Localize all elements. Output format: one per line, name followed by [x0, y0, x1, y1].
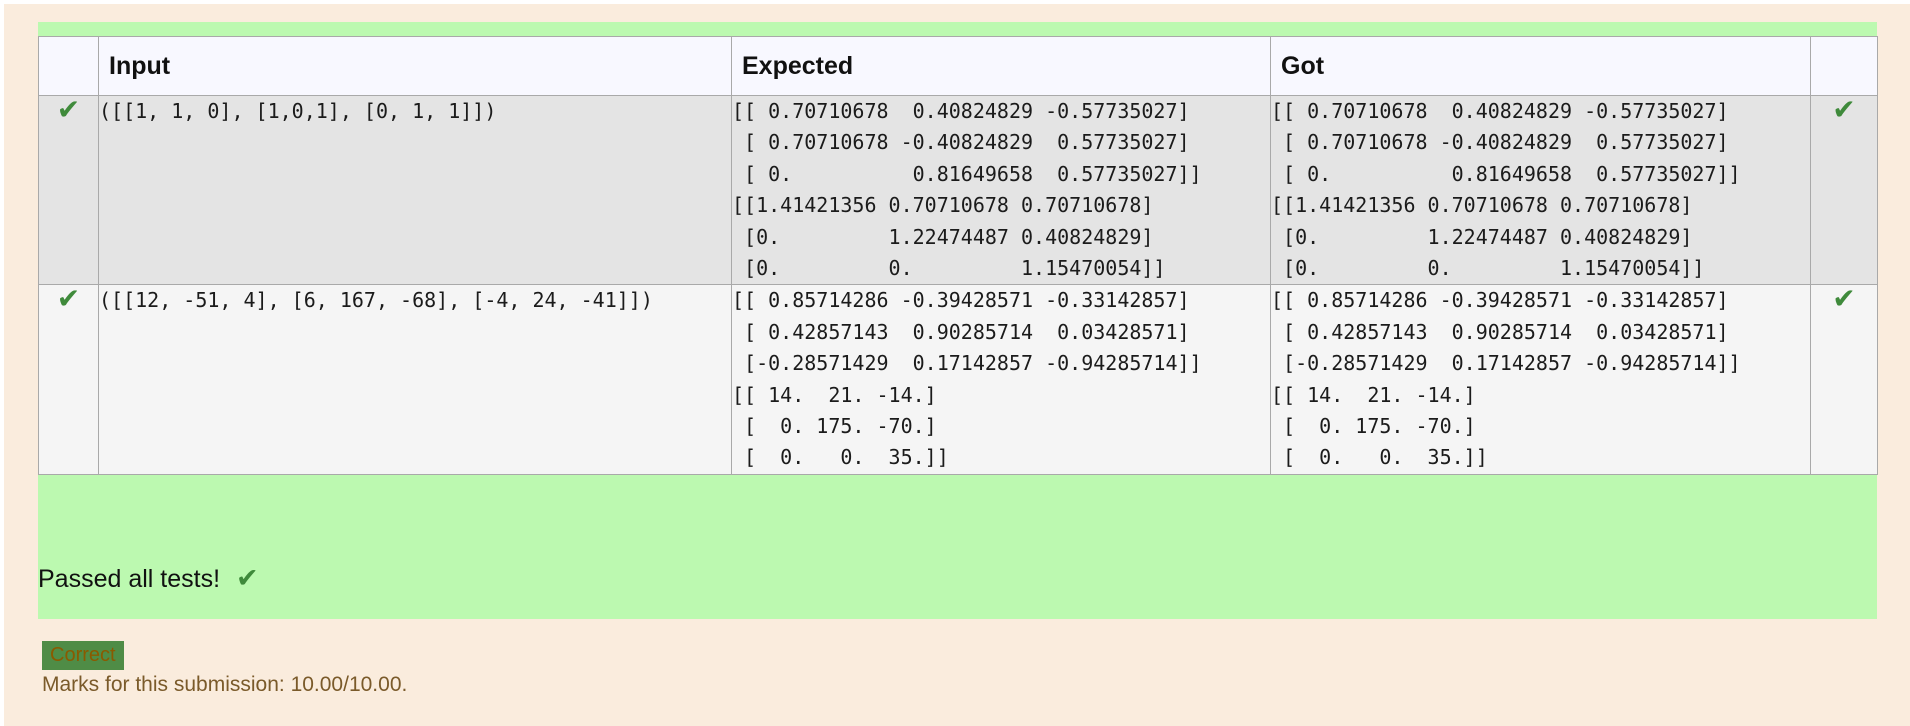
check-icon: ✔ — [56, 93, 81, 126]
grade-badge: Correct — [42, 641, 124, 670]
row-result-cell: ✔ — [1810, 282, 1878, 475]
input-cell: ([[12, -51, 4], [6, 167, -68], [-4, 24, … — [98, 284, 732, 475]
marks-text: Marks for this submission: 10.00/10.00. — [42, 673, 408, 696]
row-status-cell: ✔ — [38, 93, 99, 286]
input-header: Input — [98, 36, 732, 96]
row-status-cell: ✔ — [38, 282, 99, 475]
summary-text: Passed all tests! — [38, 564, 221, 593]
got-cell: [[ 0.70710678 0.40824829 -0.57735027] [ … — [1270, 94, 1811, 286]
expected-header: Expected — [731, 36, 1271, 96]
result-header — [1810, 36, 1878, 96]
tests-summary: Passed all tests! ✔ — [38, 534, 259, 624]
row-result-cell: ✔ — [1810, 93, 1878, 286]
got-cell: [[ 0.85714286 -0.39428571 -0.33142857] [… — [1270, 284, 1811, 475]
question-feedback-panel: Input Expected Got ✔ ([[1, 1, 0], [1,0,1… — [4, 4, 1910, 726]
check-icon: ✔ — [236, 563, 259, 594]
test-results-block: Input Expected Got ✔ ([[1, 1, 0], [1,0,1… — [38, 22, 1878, 619]
expected-cell: [[ 0.70710678 0.40824829 -0.57735027] [ … — [731, 94, 1271, 286]
table-row: ✔ ([[1, 1, 0], [1,0,1], [0, 1, 1]]) [[ 0… — [38, 93, 1878, 286]
status-header — [38, 36, 99, 96]
input-cell: ([[1, 1, 0], [1,0,1], [0, 1, 1]]) — [98, 94, 732, 286]
table-row: ✔ ([[12, -51, 4], [6, 167, -68], [-4, 24… — [38, 282, 1878, 475]
check-icon: ✔ — [56, 282, 81, 316]
results-table: Input Expected Got ✔ ([[1, 1, 0], [1,0,1… — [38, 36, 1878, 475]
check-icon: ✔ — [1832, 93, 1856, 126]
check-icon: ✔ — [1832, 282, 1856, 316]
expected-cell: [[ 0.85714286 -0.39428571 -0.33142857] [… — [731, 284, 1271, 475]
got-header: Got — [1270, 36, 1811, 96]
table-header-row: Input Expected Got — [38, 36, 1878, 96]
